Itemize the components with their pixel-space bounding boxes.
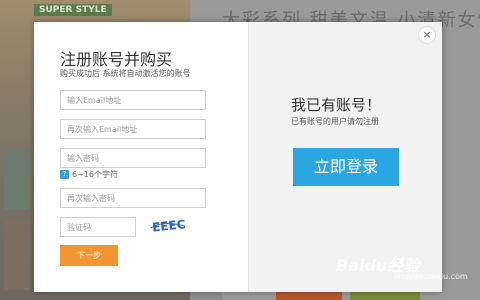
register-subtitle: 购买成功后 系统将自动激活您的账号	[60, 69, 191, 78]
captcha-text: EEEC	[151, 217, 186, 234]
password-confirm-input[interactable]	[60, 188, 206, 208]
login-subtitle: 已有账号的用户请勿注册	[291, 117, 379, 126]
background-thumbnail	[4, 150, 30, 210]
password-input[interactable]	[60, 148, 206, 168]
next-step-button[interactable]: 下一步	[60, 245, 118, 266]
captcha-image[interactable]: EEEC	[150, 214, 186, 236]
login-button[interactable]: 立即登录	[293, 148, 399, 186]
help-icon: ?	[60, 170, 69, 179]
register-panel: 注册账号并购买 购买成功后 系统将自动激活您的账号 ? 6~16个字符 EEEC…	[34, 22, 248, 292]
email-confirm-input[interactable]	[60, 119, 206, 139]
email-input[interactable]	[60, 90, 206, 110]
background-thumbnail	[4, 220, 30, 290]
close-icon[interactable]: ×	[418, 26, 436, 44]
captcha-input[interactable]	[60, 217, 136, 237]
password-hint: ? 6~16个字符	[60, 169, 118, 180]
background-brand-label: SUPER STYLE	[34, 4, 112, 16]
baidu-watermark-url: jingyan.baidu.com	[394, 272, 468, 281]
login-title: 我已有账号！	[291, 96, 382, 114]
register-title: 注册账号并购买	[60, 50, 173, 69]
password-hint-text: 6~16个字符	[72, 170, 118, 179]
